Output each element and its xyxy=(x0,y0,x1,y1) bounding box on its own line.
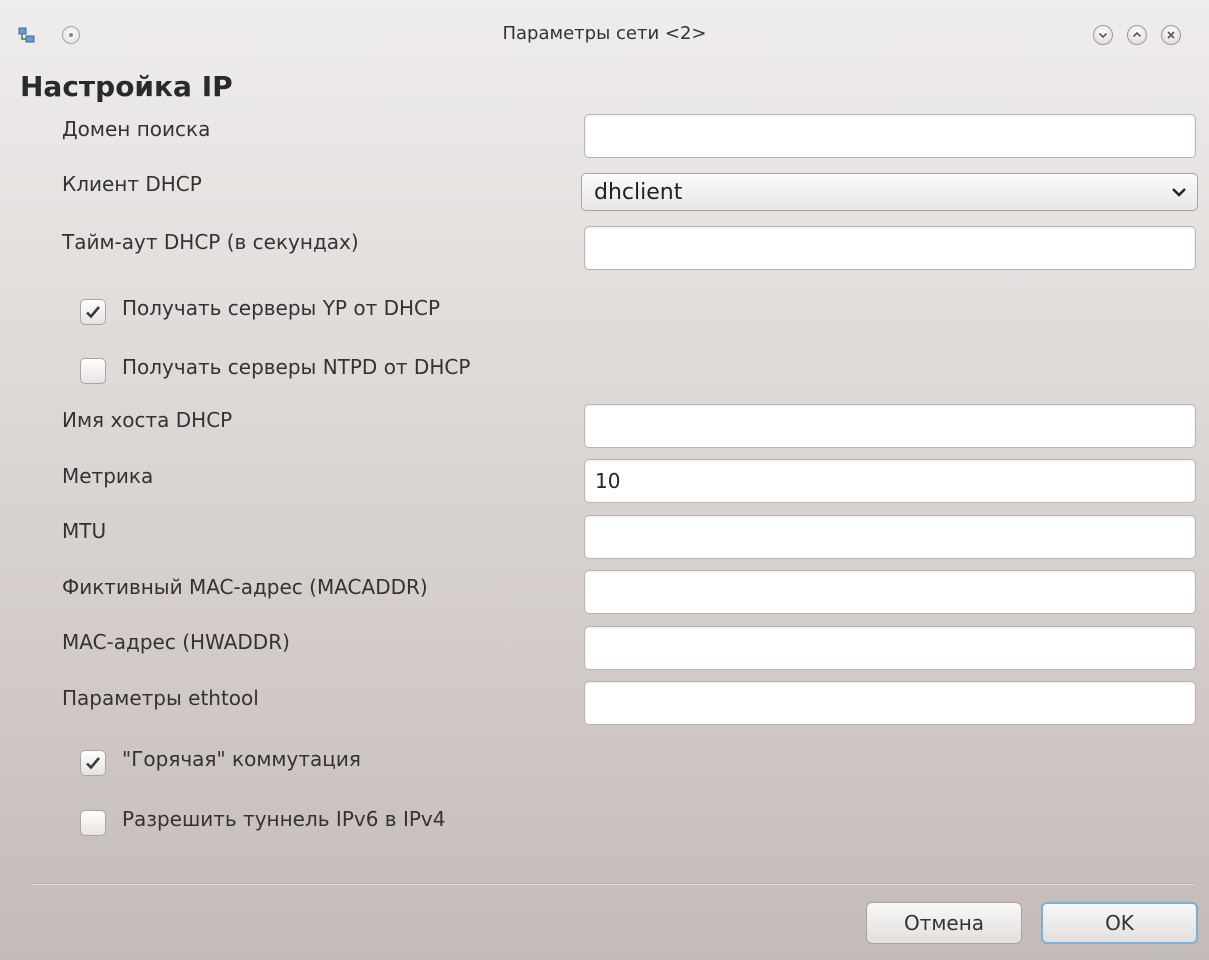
ipv6-tunnel-checkbox[interactable] xyxy=(80,810,106,836)
title-bar[interactable]: Параметры сети <2> xyxy=(0,0,1209,58)
hotplug-label[interactable]: "Горячая" коммутация xyxy=(122,747,361,771)
ethtool-label: Параметры ethtool xyxy=(62,686,259,710)
hw-mac-label: MAC-адрес (HWADDR) xyxy=(62,630,290,654)
yp-servers-label[interactable]: Получать серверы YP от DHCP xyxy=(122,296,440,320)
ipv6-tunnel-label[interactable]: Разрешить туннель IPv6 в IPv4 xyxy=(122,807,445,831)
search-domain-label: Домен поиска xyxy=(62,117,211,141)
mtu-input[interactable] xyxy=(584,515,1196,559)
dhcp-client-value: dhclient xyxy=(594,180,683,205)
chevron-down-icon xyxy=(1171,184,1187,198)
window-title: Параметры сети <2> xyxy=(502,23,707,44)
dhcp-hostname-input[interactable] xyxy=(584,404,1196,448)
dhcp-hostname-label: Имя хоста DHCP xyxy=(62,408,233,432)
ethtool-input[interactable] xyxy=(584,681,1196,725)
section-title: Настройка IP xyxy=(20,70,233,103)
dhcp-client-label: Клиент DHCP xyxy=(62,172,202,196)
dhcp-timeout-label: Тайм-аут DHCP (в секундах) xyxy=(62,230,359,254)
dhcp-timeout-input[interactable] xyxy=(584,226,1196,270)
close-icon[interactable] xyxy=(1161,25,1181,45)
minimize-icon[interactable] xyxy=(1093,25,1113,45)
cancel-button[interactable]: Отмена xyxy=(866,902,1022,944)
metric-input[interactable] xyxy=(584,459,1196,503)
search-domain-input[interactable] xyxy=(584,114,1196,158)
fake-mac-label: Фиктивный MAC-адрес (MACADDR) xyxy=(62,575,428,599)
ntpd-servers-label[interactable]: Получать серверы NTPD от DHCP xyxy=(122,355,470,379)
dhcp-client-select[interactable]: dhclient xyxy=(581,173,1198,211)
metric-label: Метрика xyxy=(62,464,154,488)
yp-servers-checkbox[interactable] xyxy=(80,299,106,325)
hotplug-checkbox[interactable] xyxy=(80,750,106,776)
maximize-icon[interactable] xyxy=(1127,25,1147,45)
network-settings-window: Параметры сети <2> Настройка IP Домен по… xyxy=(0,0,1209,960)
fake-mac-input[interactable] xyxy=(584,570,1196,614)
divider xyxy=(30,883,1195,885)
ok-button[interactable]: OK xyxy=(1041,902,1198,944)
hw-mac-input[interactable] xyxy=(584,626,1196,670)
mtu-label: MTU xyxy=(62,519,107,543)
ntpd-servers-checkbox[interactable] xyxy=(80,358,106,384)
